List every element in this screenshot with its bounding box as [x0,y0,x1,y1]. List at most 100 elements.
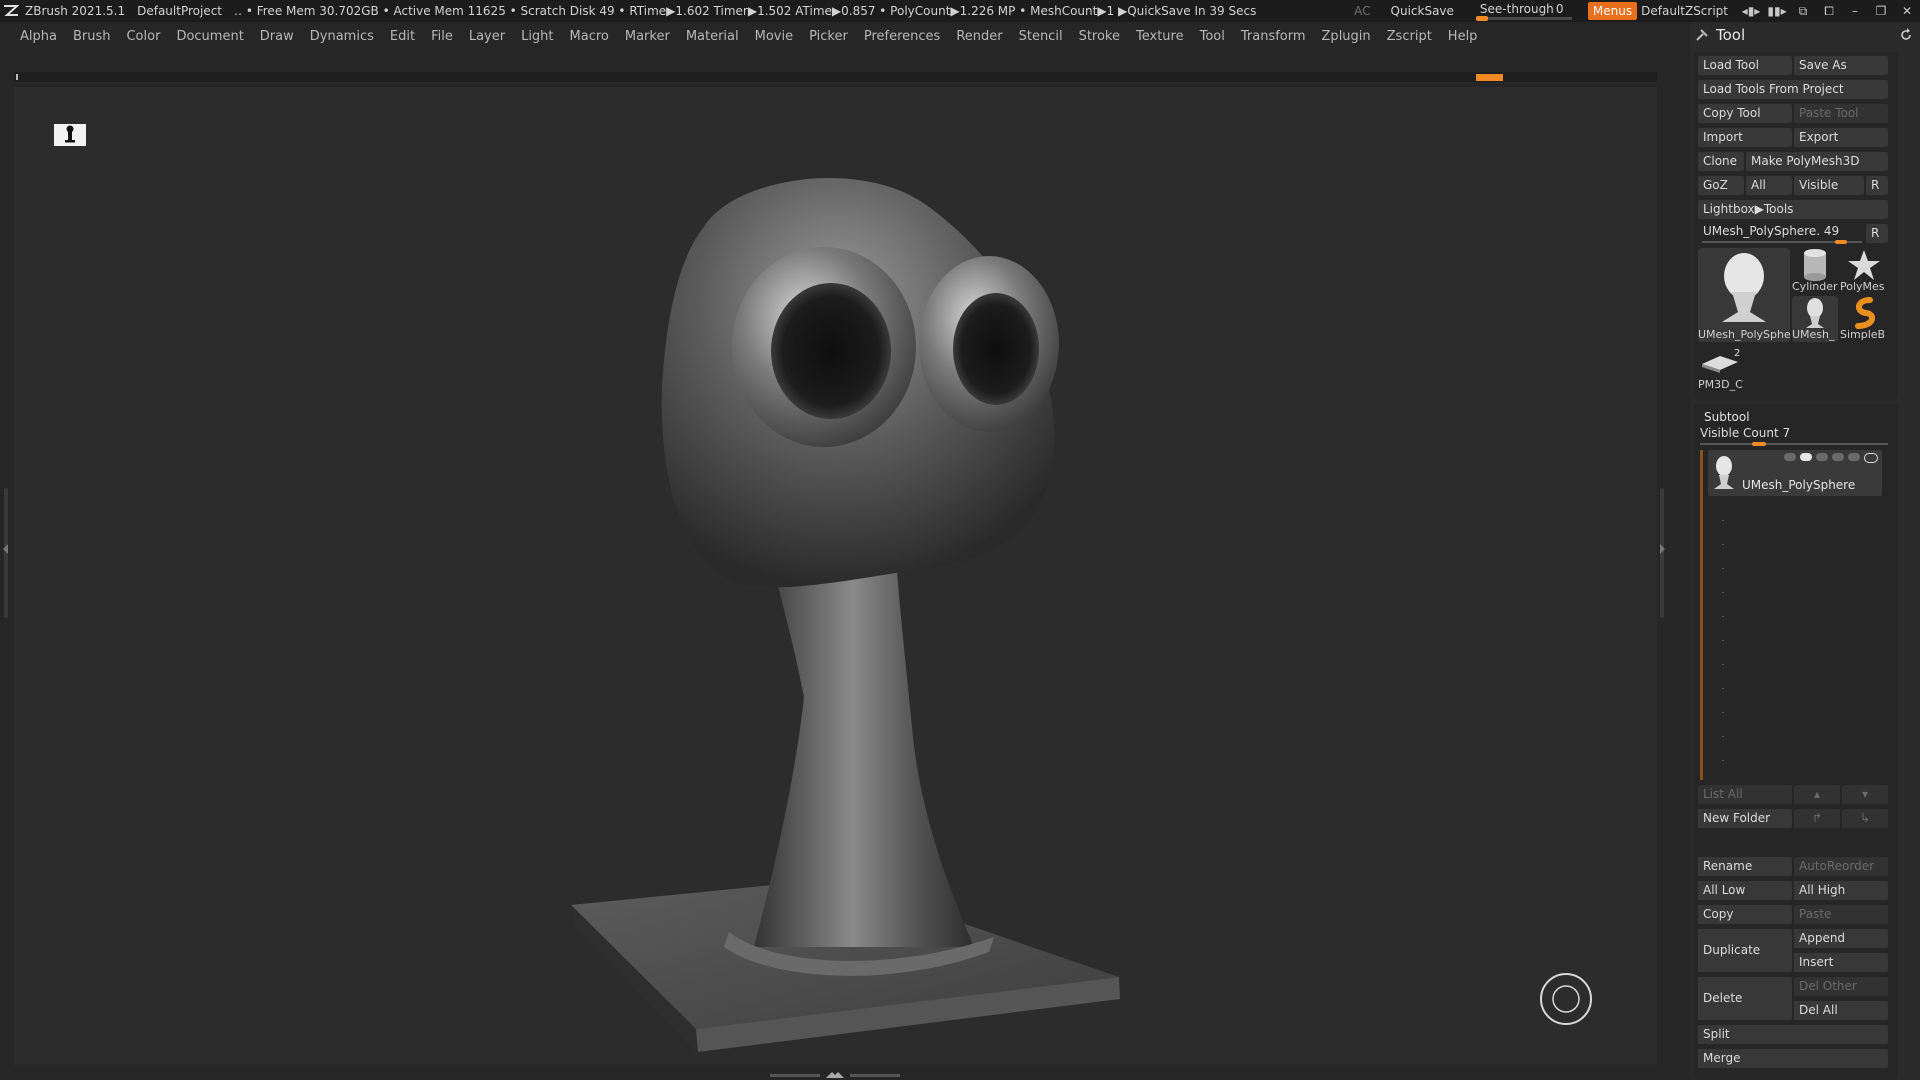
menu-transform[interactable]: Transform [1233,29,1314,44]
menus-button[interactable]: Menus [1587,2,1638,20]
menu-tool[interactable]: Tool [1192,29,1233,44]
left-tray-arrow-icon[interactable] [3,544,8,554]
subtool-visibility-eye-icon[interactable] [1864,453,1878,463]
duplicate-button[interactable]: Duplicate [1698,929,1792,972]
visible-count-knob[interactable] [1752,442,1767,446]
tool-thumb-umesh-polysphere[interactable]: UMesh_PolySphe [1698,248,1790,342]
load-tools-from-project-button[interactable]: Load Tools From Project [1698,80,1888,99]
menu-dynamics[interactable]: Dynamics [302,29,382,44]
navigation-circle-icon[interactable] [1539,972,1593,1026]
restore-icon[interactable]: ❐ [1868,4,1894,18]
tool-thumb-cylinder[interactable]: Cylinder [1792,248,1838,294]
autoreorder-button[interactable]: AutoReorder [1794,857,1888,876]
list-all-button[interactable]: List All [1698,785,1792,804]
paste-tool-button[interactable]: Paste Tool [1794,104,1888,123]
subtool-item[interactable]: UMesh_PolySphere [1708,450,1882,496]
menu-picker[interactable]: Picker [801,29,856,44]
layout-wide-icon[interactable]: ▮▮▸ [1764,4,1790,18]
menu-color[interactable]: Color [118,29,168,44]
make-polymesh3d-button[interactable]: Make PolyMesh3D [1746,152,1888,171]
new-folder-button[interactable]: New Folder [1698,809,1792,828]
close-icon[interactable]: ✕ [1894,4,1920,18]
rename-button[interactable]: Rename [1698,857,1792,876]
menu-marker[interactable]: Marker [617,29,678,44]
canvas-viewport[interactable] [14,87,1657,1065]
current-tool-slider-knob[interactable] [1835,240,1848,244]
save-as-button[interactable]: Save As [1794,56,1888,75]
zscript-selector[interactable]: DefaultZScript [1641,4,1728,18]
current-tool-slider[interactable]: UMesh_PolySphere. 49 [1698,222,1864,241]
bottom-tray-handle[interactable] [770,1071,900,1079]
load-tool-button[interactable]: Load Tool [1698,56,1792,75]
window-arrange-icon[interactable]: ⧉ [1790,4,1816,19]
tool-thumb-pm3d[interactable]: 2 PM3D_C [1698,346,1746,392]
menu-file[interactable]: File [423,29,461,44]
move-up-arrow-icon[interactable]: ▴ [1794,785,1840,804]
delete-button[interactable]: Delete [1698,977,1792,1020]
sculpt-model[interactable] [14,87,1657,1065]
menu-movie[interactable]: Movie [747,29,801,44]
menu-brush[interactable]: Brush [65,29,119,44]
quicksave-button[interactable]: QuickSave [1391,4,1454,18]
all-high-button[interactable]: All High [1794,881,1888,900]
menu-light[interactable]: Light [513,29,561,44]
subtool-polypaint-toggle-icon[interactable] [1784,453,1796,461]
menu-zplugin[interactable]: Zplugin [1314,29,1379,44]
del-all-button[interactable]: Del All [1794,1001,1888,1020]
menu-layer[interactable]: Layer [461,29,513,44]
menu-draw[interactable]: Draw [252,29,302,44]
menu-stroke[interactable]: Stroke [1071,29,1128,44]
goz-r-button[interactable]: R [1866,176,1888,195]
goz-all-button[interactable]: All [1746,176,1792,195]
pin-icon[interactable] [1694,27,1710,43]
tool-thumb-polymesh[interactable]: PolyMes [1840,248,1888,294]
move-down-arrow-icon[interactable]: ▾ [1842,785,1888,804]
subtool-title[interactable]: Subtool [1704,410,1750,424]
refresh-icon[interactable] [1898,27,1914,43]
goz-button[interactable]: GoZ [1698,176,1744,195]
window-float-icon[interactable]: ⧠ [1816,4,1842,19]
right-tray-arrow-icon[interactable] [1660,544,1665,554]
split-button[interactable]: Split [1698,1025,1888,1044]
menu-edit[interactable]: Edit [382,29,423,44]
copy-tool-button[interactable]: Copy Tool [1698,104,1792,123]
del-other-button[interactable]: Del Other [1794,977,1888,996]
timeline-marker[interactable] [1476,74,1503,81]
see-through-slider[interactable]: See-through 0 [1475,0,1572,22]
subtool-brush-toggle-icon[interactable] [1848,453,1860,461]
lightbox-tools-button[interactable]: Lightbox▶Tools [1698,200,1888,219]
menu-help[interactable]: Help [1440,29,1486,44]
menu-stencil[interactable]: Stencil [1011,29,1071,44]
timeline-strip[interactable] [14,72,1657,82]
move-out-folder-icon[interactable]: ↳ [1842,809,1888,828]
minimize-icon[interactable]: – [1842,4,1868,18]
visible-count-slider[interactable]: Visible Count 7 [1700,426,1790,440]
paste-subtool-button[interactable]: Paste [1794,905,1888,924]
menu-texture[interactable]: Texture [1128,29,1192,44]
subtool-lock-toggle-icon[interactable] [1832,453,1844,461]
menu-macro[interactable]: Macro [562,29,617,44]
insert-button[interactable]: Insert [1794,953,1888,972]
tool-thumb-umesh-small[interactable]: UMesh_ [1792,296,1838,342]
menu-document[interactable]: Document [168,29,251,44]
see-through-knob[interactable] [1475,16,1488,21]
menu-preferences[interactable]: Preferences [856,29,948,44]
menu-alpha[interactable]: Alpha [12,29,65,44]
tool-palette-header[interactable]: Tool [1690,22,1920,48]
subtool-folder-toggle-icon[interactable] [1800,453,1812,461]
import-button[interactable]: Import [1698,128,1792,147]
menu-render[interactable]: Render [948,29,1010,44]
goz-visible-button[interactable]: Visible [1794,176,1864,195]
all-low-button[interactable]: All Low [1698,881,1792,900]
move-to-folder-icon[interactable]: ↱ [1794,809,1840,828]
export-button[interactable]: Export [1794,128,1888,147]
zbrush-logo-icon[interactable] [3,4,19,18]
tool-thumb-simplebrush[interactable]: SimpleB [1840,296,1888,342]
merge-button[interactable]: Merge [1698,1049,1888,1068]
ac-toggle[interactable]: AC [1354,4,1370,18]
subtool-scrollbar[interactable] [1700,450,1703,780]
menu-zscript[interactable]: Zscript [1379,29,1440,44]
menu-material[interactable]: Material [678,29,747,44]
copy-subtool-button[interactable]: Copy [1698,905,1792,924]
tool-r-button[interactable]: R [1866,224,1888,243]
